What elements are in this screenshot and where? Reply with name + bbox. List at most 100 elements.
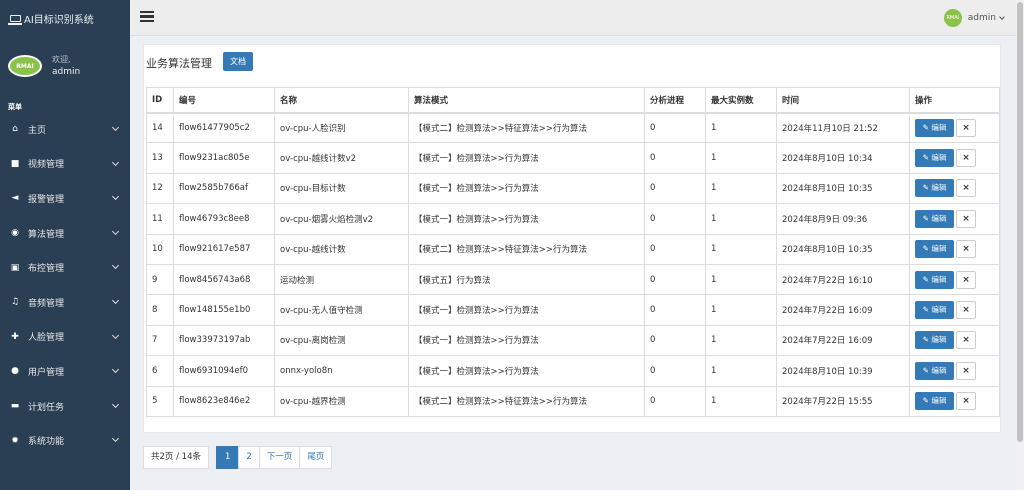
cell-code: flow2585b766af [173, 172, 275, 205]
delete-button[interactable]: × [956, 240, 976, 259]
page-button-2[interactable]: 2 [238, 446, 260, 469]
edit-label: 编辑 [931, 365, 947, 375]
sidebar-item-5[interactable]: ♫ 音频管理 [0, 285, 130, 320]
col-header-code: 编号 [173, 87, 275, 114]
profile-name: admin [52, 67, 81, 77]
edit-label: 编辑 [931, 274, 947, 284]
chevron-down-icon [111, 435, 120, 443]
sidebar-item-6[interactable]: ✚ 人脸管理 [0, 320, 130, 355]
delete-button[interactable]: × [956, 179, 976, 198]
sidebar-item-8[interactable]: ▬ 计划任务 [0, 389, 130, 424]
algorithm-table: ID 编号 名称 算法模式 分析进程 最大实例数 时间 操作 14 flow614… [146, 87, 1000, 417]
col-header-mode: 算法模式 [408, 87, 645, 114]
next-page-button[interactable]: 下一页 [258, 446, 301, 469]
cell-max-instances: 1 [705, 263, 777, 296]
user-icon: ● [11, 366, 19, 377]
cell-max-instances: 1 [705, 142, 777, 174]
delete-button[interactable]: × [956, 149, 976, 168]
user-name: admin [967, 13, 996, 23]
cell-actions: ✎ 编辑 × [909, 233, 1000, 265]
col-header-process: 分析进程 [644, 87, 706, 114]
edit-button[interactable]: ✎ 编辑 [915, 331, 954, 350]
cell-process: 0 [644, 233, 706, 265]
app-brand[interactable]: AI目标识别系统 [0, 0, 130, 36]
page-scrollbar[interactable] [1016, 0, 1024, 490]
last-page-button[interactable]: 尾页 [299, 446, 333, 469]
cell-code: flow6931094ef0 [173, 355, 275, 387]
cell-process: 0 [644, 111, 706, 144]
gear-icon: ✹ [11, 435, 19, 446]
cell-max-instances: 1 [705, 172, 777, 205]
edit-button[interactable]: ✎ 编辑 [915, 392, 954, 411]
sidebar-item-0[interactable]: ⌂ 主页 [0, 112, 130, 147]
chevron-down-icon [111, 158, 120, 166]
delete-button[interactable]: × [956, 361, 976, 380]
edit-label: 编辑 [931, 335, 947, 345]
edit-button[interactable]: ✎ 编辑 [915, 118, 954, 137]
cell-name: ov-cpu-离岗检测 [274, 324, 409, 357]
cell-actions: ✎ 编辑 × [909, 203, 1000, 235]
cell-id: 10 [146, 233, 174, 265]
user-plus-icon: ✚ [11, 331, 19, 342]
delete-button[interactable]: × [956, 331, 976, 350]
edit-button[interactable]: ✎ 编辑 [915, 179, 954, 198]
chevron-down-icon [111, 123, 120, 132]
page-title: 业务算法管理 [146, 57, 212, 70]
page-button-1[interactable]: 1 [216, 446, 240, 469]
delete-button[interactable]: × [956, 270, 976, 289]
cell-id: 13 [146, 142, 174, 174]
chevron-down-icon [111, 331, 120, 339]
scrollbar-thumb[interactable] [1017, 2, 1023, 442]
cell-actions: ✎ 编辑 × [909, 172, 1000, 205]
sidebar-item-7[interactable]: ● 用户管理 [0, 354, 130, 389]
table-header-row: ID 编号 名称 算法模式 分析进程 最大实例数 时间 操作 [146, 87, 1000, 114]
edit-label: 编辑 [931, 396, 947, 406]
cell-max-instances: 1 [705, 294, 777, 326]
sidebar-item-label: 算法管理 [28, 229, 65, 240]
cube-icon: ▣ [10, 262, 20, 273]
chevron-down-icon [111, 400, 120, 408]
delete-button[interactable]: × [956, 392, 976, 411]
col-header-name: 名称 [274, 87, 409, 114]
sidebar-item-label: 音频管理 [28, 298, 65, 309]
edit-button[interactable]: ✎ 编辑 [915, 301, 954, 320]
sidebar-item-2[interactable]: ◄ 报警管理 [0, 181, 130, 216]
chevron-down-icon [999, 13, 1005, 20]
user-menu[interactable]: RMAI admin [943, 9, 1005, 27]
cell-process: 0 [644, 385, 706, 417]
edit-label: 编辑 [931, 305, 947, 315]
sidebar-item-label: 视频管理 [28, 160, 65, 171]
cell-actions: ✎ 编辑 × [909, 294, 1000, 326]
cell-code: flow33973197ab [173, 324, 275, 357]
sidebar-item-1[interactable]: ■ 视频管理 [0, 147, 130, 182]
cell-mode: 【模式一】检测算法>>行为算法 [408, 172, 645, 205]
sidebar-item-3[interactable]: ◉ 算法管理 [0, 216, 130, 251]
doc-button[interactable]: 文档 [223, 52, 253, 71]
cell-max-instances: 1 [705, 111, 777, 144]
col-header-max-instances: 最大实例数 [705, 87, 777, 114]
edit-button[interactable]: ✎ 编辑 [915, 240, 954, 259]
edit-label: 编辑 [931, 244, 947, 254]
app-title: AI目标识别系统 [24, 14, 94, 26]
cell-mode: 【模式二】检测算法>>特征算法>>行为算法 [408, 233, 645, 265]
edit-button[interactable]: ✎ 编辑 [915, 270, 954, 289]
cell-process: 0 [644, 203, 706, 235]
edit-button[interactable]: ✎ 编辑 [915, 149, 954, 168]
delete-button[interactable]: × [956, 118, 976, 137]
delete-button[interactable]: × [956, 301, 976, 320]
col-header-time: 时间 [776, 87, 910, 114]
menu-toggle-icon[interactable] [140, 11, 154, 22]
cell-id: 12 [146, 172, 174, 205]
pagination-info: 共2页 / 14条 [143, 446, 209, 469]
sidebar-item-9[interactable]: ✹ 系统功能 [0, 423, 130, 458]
delete-button[interactable]: × [956, 209, 976, 228]
cell-actions: ✎ 编辑 × [909, 355, 1000, 387]
cell-time: 2024年8月9日 09:36 [776, 203, 910, 235]
edit-button[interactable]: ✎ 编辑 [915, 209, 954, 228]
sidebar-item-label: 人脸管理 [28, 333, 65, 344]
edit-button[interactable]: ✎ 编辑 [915, 361, 954, 380]
sidebar-item-4[interactable]: ▣ 布控管理 [0, 250, 130, 285]
menu-heading: 菜单 [8, 103, 22, 111]
cell-time: 2024年7月22日 16:09 [776, 324, 910, 357]
chevron-down-icon [111, 366, 120, 374]
